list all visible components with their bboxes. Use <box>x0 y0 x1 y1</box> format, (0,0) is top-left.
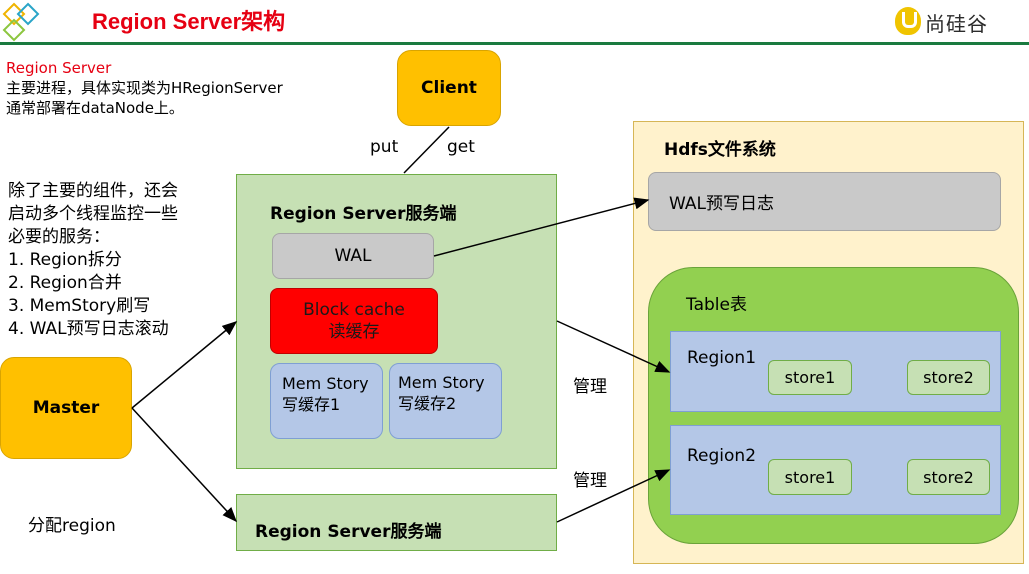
master-to-server-main-arrow <box>131 321 238 409</box>
client-to-server-arrow <box>403 126 450 174</box>
server-second-to-region2-arrow <box>556 469 671 523</box>
wal-to-hdfs-wal-arrow <box>433 197 650 257</box>
connector-arrows <box>131 126 671 523</box>
master-to-server-second-arrow <box>131 407 238 523</box>
server-main-to-region1-arrow <box>556 320 671 373</box>
